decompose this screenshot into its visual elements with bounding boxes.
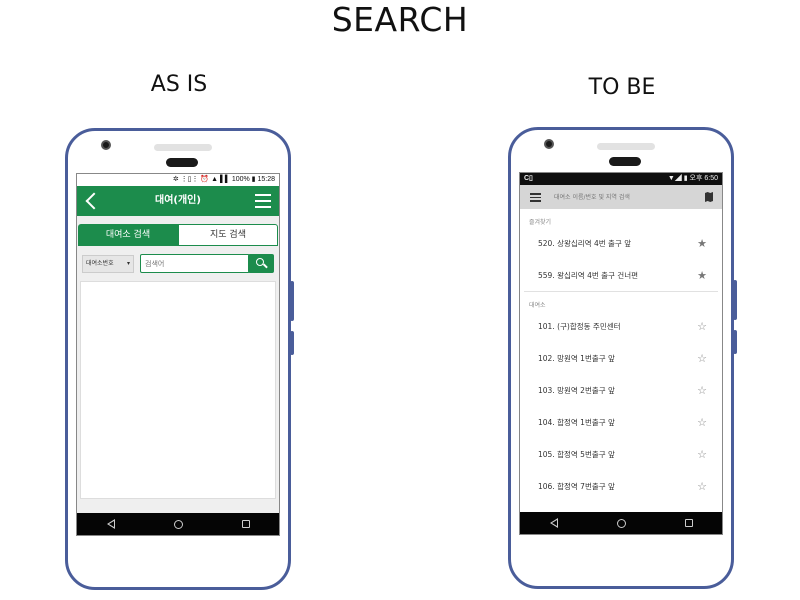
list-item-label: 559. 왕십리역 4번 출구 건너편 (538, 270, 639, 280)
nav-recent-icon[interactable] (684, 519, 693, 527)
status-text: ▼◢ ▮ 오후 6:50 (667, 175, 718, 182)
nav-back-icon[interactable] (549, 518, 558, 528)
search-icon (256, 258, 264, 266)
stations-section-label: 대여소 (529, 302, 546, 309)
station-item[interactable]: 103. 망원역 2번출구 앞 ☆ (520, 374, 722, 406)
as-is-body: 대여(개인) 대여소 검색 지도 검색 대여소번호 ▾ (77, 186, 279, 535)
search-type-select[interactable]: 대여소번호 ▾ (82, 254, 134, 273)
nav-home-icon[interactable] (173, 519, 183, 529)
list-item-label: 106. 합정역 7번출구 앞 (538, 481, 615, 491)
as-is-screen: ✲ ⋮▯⋮ ⏰ ▲ ▌▌ 100% ▮ 15:28 대여(개인) 대여소 검색 … (76, 173, 280, 536)
station-item[interactable]: 102. 망원역 1번출구 앞 ☆ (520, 342, 722, 374)
result-area (80, 281, 276, 499)
nav-back-icon[interactable] (106, 519, 115, 529)
app-bar-title: 대여(개인) (155, 195, 201, 206)
star-filled-icon[interactable]: ★ (696, 269, 708, 282)
status-bar: ✲ ⋮▯⋮ ⏰ ▲ ▌▌ 100% ▮ 15:28 (77, 174, 279, 186)
map-icon[interactable] (705, 192, 713, 202)
list-item-label: 520. 상왕십리역 4번 출구 앞 (538, 238, 632, 248)
as-is-caption: AS IS (150, 72, 208, 97)
nav-home-icon[interactable] (616, 518, 626, 528)
nav-recent-icon[interactable] (241, 520, 250, 528)
power-button (733, 280, 737, 320)
search-input[interactable] (140, 254, 250, 273)
tab-map-search[interactable]: 지도 검색 (178, 224, 278, 246)
star-filled-icon[interactable]: ★ (696, 237, 708, 250)
star-outline-icon[interactable]: ☆ (696, 416, 708, 429)
star-outline-icon[interactable]: ☆ (696, 384, 708, 397)
station-item[interactable]: 106. 합정역 7번출구 앞 ☆ (520, 470, 722, 502)
list-item-label: 103. 망원역 2번출구 앞 (538, 385, 615, 395)
favorite-item[interactable]: 520. 상왕십리역 4번 출구 앞 ★ (520, 227, 722, 259)
app-bar: 대여(개인) (77, 186, 279, 216)
station-item[interactable]: 101. (구)합정동 주민센터 ☆ (520, 310, 722, 342)
system-nav-bar (77, 513, 279, 535)
favorites-section-label: 즐겨찾기 (529, 219, 552, 226)
speaker-grille (154, 144, 212, 151)
search-input[interactable] (554, 189, 706, 205)
to-be-caption: TO BE (588, 75, 656, 100)
search-bar (520, 185, 722, 209)
star-outline-icon[interactable]: ☆ (696, 448, 708, 461)
camera-icon (101, 140, 111, 150)
station-list: 즐겨찾기 520. 상왕십리역 4번 출구 앞 ★ 559. 왕십리역 4번 출… (520, 209, 722, 502)
page-title: SEARCH (331, 0, 469, 39)
as-is-phone: ✲ ⋮▯⋮ ⏰ ▲ ▌▌ 100% ▮ 15:28 대여(개인) 대여소 검색 … (65, 128, 294, 590)
search-type-value: 대여소번호 (86, 259, 114, 267)
speaker-grille (597, 143, 655, 150)
tab-station-search[interactable]: 대여소 검색 (78, 224, 178, 246)
to-be-screen: C▯ ▼◢ ▮ 오후 6:50 즐겨찾기 520. 상왕십리역 4번 출구 앞 … (519, 172, 723, 535)
favorite-item[interactable]: 559. 왕십리역 4번 출구 건너편 ★ (520, 259, 722, 291)
system-nav-bar (520, 512, 722, 534)
camera-icon (544, 139, 554, 149)
status-left: C▯ (524, 175, 533, 182)
power-button (290, 281, 294, 321)
tab-bar: 대여소 검색 지도 검색 (77, 224, 279, 246)
status-text: ✲ ⋮▯⋮ ⏰ ▲ ▌▌ 100% ▮ 15:28 (172, 176, 275, 183)
status-bar: C▯ ▼◢ ▮ 오후 6:50 (520, 173, 722, 185)
list-item-label: 102. 망원역 1번출구 앞 (538, 353, 615, 363)
star-outline-icon[interactable]: ☆ (696, 320, 708, 333)
station-item[interactable]: 105. 합정역 5번출구 앞 ☆ (520, 438, 722, 470)
earpiece (609, 157, 641, 166)
search-row: 대여소번호 ▾ (77, 254, 279, 273)
list-item-label: 101. (구)합정동 주민센터 (538, 321, 621, 331)
star-outline-icon[interactable]: ☆ (696, 480, 708, 493)
chevron-down-icon: ▾ (126, 259, 130, 267)
search-button[interactable] (248, 254, 274, 273)
volume-button (290, 331, 294, 355)
hamburger-icon[interactable] (255, 194, 271, 208)
to-be-phone: C▯ ▼◢ ▮ 오후 6:50 즐겨찾기 520. 상왕십리역 4번 출구 앞 … (508, 127, 737, 589)
earpiece (166, 158, 198, 167)
station-item[interactable]: 104. 합정역 1번출구 앞 ☆ (520, 406, 722, 438)
star-outline-icon[interactable]: ☆ (696, 352, 708, 365)
list-item-label: 105. 합정역 5번출구 앞 (538, 449, 615, 459)
hamburger-icon[interactable] (530, 193, 541, 202)
volume-button (733, 330, 737, 354)
list-item-label: 104. 합정역 1번출구 앞 (538, 417, 615, 427)
